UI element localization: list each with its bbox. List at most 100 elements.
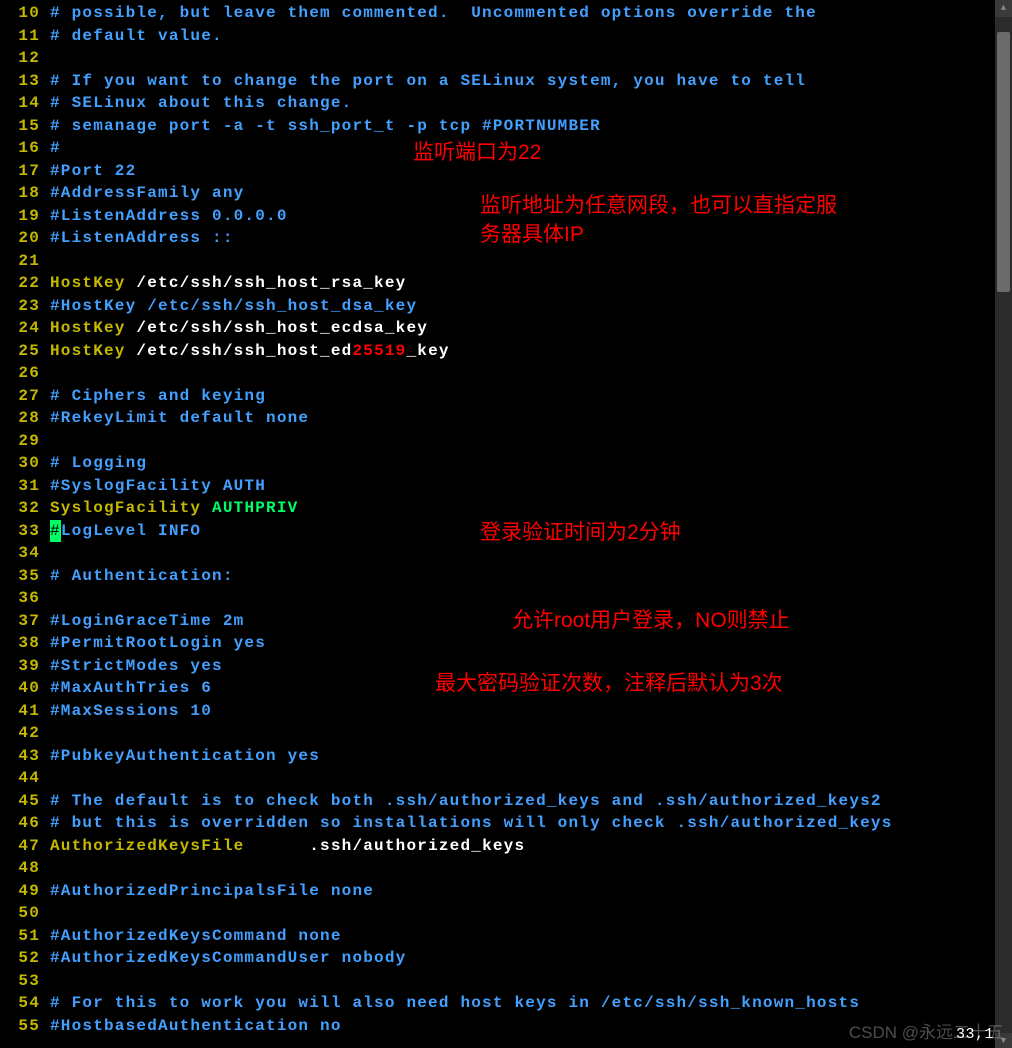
code-token: AUTHPRIV (212, 497, 298, 520)
code-line[interactable]: 49#AuthorizedPrincipalsFile none (0, 880, 1012, 903)
line-number: 23 (0, 295, 50, 318)
code-line[interactable]: 45# The default is to check both .ssh/au… (0, 790, 1012, 813)
line-number: 38 (0, 632, 50, 655)
scroll-thumb[interactable] (997, 32, 1010, 292)
code-token: #MaxSessions 10 (50, 700, 212, 723)
code-token: # (50, 520, 61, 543)
line-number: 40 (0, 677, 50, 700)
line-number: 55 (0, 1015, 50, 1038)
line-number: 53 (0, 970, 50, 993)
line-number: 42 (0, 722, 50, 745)
line-number: 36 (0, 587, 50, 610)
code-line[interactable]: 53 (0, 970, 1012, 993)
line-number: 18 (0, 182, 50, 205)
line-number: 39 (0, 655, 50, 678)
code-token: # Logging (50, 452, 147, 475)
line-number: 17 (0, 160, 50, 183)
code-line[interactable]: 50 (0, 902, 1012, 925)
code-line[interactable]: 52#AuthorizedKeysCommandUser nobody (0, 947, 1012, 970)
code-line[interactable]: 44 (0, 767, 1012, 790)
line-number: 28 (0, 407, 50, 430)
line-number: 13 (0, 70, 50, 93)
code-line[interactable]: 13# If you want to change the port on a … (0, 70, 1012, 93)
line-number: 22 (0, 272, 50, 295)
code-line[interactable]: 51#AuthorizedKeysCommand none (0, 925, 1012, 948)
line-number: 25 (0, 340, 50, 363)
code-line[interactable]: 43#PubkeyAuthentication yes (0, 745, 1012, 768)
code-token (201, 497, 212, 520)
line-number: 20 (0, 227, 50, 250)
code-line[interactable]: 12 (0, 47, 1012, 70)
code-token: _key (406, 340, 449, 363)
code-token: # semanage port -a -t ssh_port_t -p tcp … (50, 115, 601, 138)
code-token: #RekeyLimit default none (50, 407, 309, 430)
line-number: 49 (0, 880, 50, 903)
line-number: 37 (0, 610, 50, 633)
line-number: 27 (0, 385, 50, 408)
code-token: #PermitRootLogin yes (50, 632, 266, 655)
code-token: #ListenAddress 0.0.0.0 (50, 205, 288, 228)
line-number: 10 (0, 2, 50, 25)
line-number: 52 (0, 947, 50, 970)
line-number: 46 (0, 812, 50, 835)
code-line[interactable]: 37#LoginGraceTime 2m (0, 610, 1012, 633)
code-line[interactable]: 31#SyslogFacility AUTH (0, 475, 1012, 498)
line-number: 21 (0, 250, 50, 273)
code-line[interactable]: 47AuthorizedKeysFile .ssh/authorized_key… (0, 835, 1012, 858)
code-line[interactable]: 22HostKey /etc/ssh/ssh_host_rsa_key (0, 272, 1012, 295)
annotation-label: 监听地址为任意网段，也可以直指定服 (480, 195, 837, 218)
line-number: 30 (0, 452, 50, 475)
code-token: # but this is overridden so installation… (50, 812, 893, 835)
line-number: 50 (0, 902, 50, 925)
code-line[interactable]: 36 (0, 587, 1012, 610)
code-line[interactable]: 35# Authentication: (0, 565, 1012, 588)
line-number: 31 (0, 475, 50, 498)
code-line[interactable]: 28#RekeyLimit default none (0, 407, 1012, 430)
code-token: # For this to work you will also need ho… (50, 992, 860, 1015)
code-line[interactable]: 41#MaxSessions 10 (0, 700, 1012, 723)
code-line[interactable]: 48 (0, 857, 1012, 880)
line-number: 45 (0, 790, 50, 813)
terminal-editor[interactable]: 10# possible, but leave them commented. … (0, 0, 1012, 1048)
code-token: HostKey (50, 272, 126, 295)
code-line[interactable]: 54# For this to work you will also need … (0, 992, 1012, 1015)
annotation-label: 监听端口为22 (413, 142, 541, 165)
code-line[interactable]: 26 (0, 362, 1012, 385)
code-line[interactable]: 27# Ciphers and keying (0, 385, 1012, 408)
line-number: 47 (0, 835, 50, 858)
line-number: 12 (0, 47, 50, 70)
line-number: 51 (0, 925, 50, 948)
code-token: #ListenAddress :: (50, 227, 234, 250)
code-line[interactable]: 25HostKey /etc/ssh/ssh_host_ed25519_key (0, 340, 1012, 363)
cursor-position-status: 33,1 (956, 1024, 994, 1047)
code-line[interactable]: 29 (0, 430, 1012, 453)
code-line[interactable]: 21 (0, 250, 1012, 273)
code-line[interactable]: 24HostKey /etc/ssh/ssh_host_ecdsa_key (0, 317, 1012, 340)
code-line[interactable]: 30# Logging (0, 452, 1012, 475)
code-line[interactable]: 10# possible, but leave them commented. … (0, 2, 1012, 25)
code-line[interactable]: 46# but this is overridden so installati… (0, 812, 1012, 835)
line-number: 35 (0, 565, 50, 588)
scroll-up-button[interactable]: ▲ (995, 0, 1012, 17)
line-number: 24 (0, 317, 50, 340)
code-line[interactable]: 34 (0, 542, 1012, 565)
line-number: 43 (0, 745, 50, 768)
line-number: 32 (0, 497, 50, 520)
line-number: 41 (0, 700, 50, 723)
line-number: 29 (0, 430, 50, 453)
code-token: #AuthorizedPrincipalsFile none (50, 880, 374, 903)
code-line[interactable]: 32SyslogFacility AUTHPRIV (0, 497, 1012, 520)
code-token: # If you want to change the port on a SE… (50, 70, 806, 93)
code-line[interactable]: 23#HostKey /etc/ssh/ssh_host_dsa_key (0, 295, 1012, 318)
code-token: #SyslogFacility AUTH (50, 475, 266, 498)
code-token: HostKey (50, 340, 126, 363)
line-number: 54 (0, 992, 50, 1015)
code-line[interactable]: 11# default value. (0, 25, 1012, 48)
vertical-scrollbar[interactable]: ▲ ▼ (995, 0, 1012, 1048)
code-line[interactable]: 15# semanage port -a -t ssh_port_t -p tc… (0, 115, 1012, 138)
code-line[interactable]: 38#PermitRootLogin yes (0, 632, 1012, 655)
code-line[interactable]: 42 (0, 722, 1012, 745)
code-line[interactable]: 14# SELinux about this change. (0, 92, 1012, 115)
line-number: 16 (0, 137, 50, 160)
code-token: # (50, 137, 61, 160)
